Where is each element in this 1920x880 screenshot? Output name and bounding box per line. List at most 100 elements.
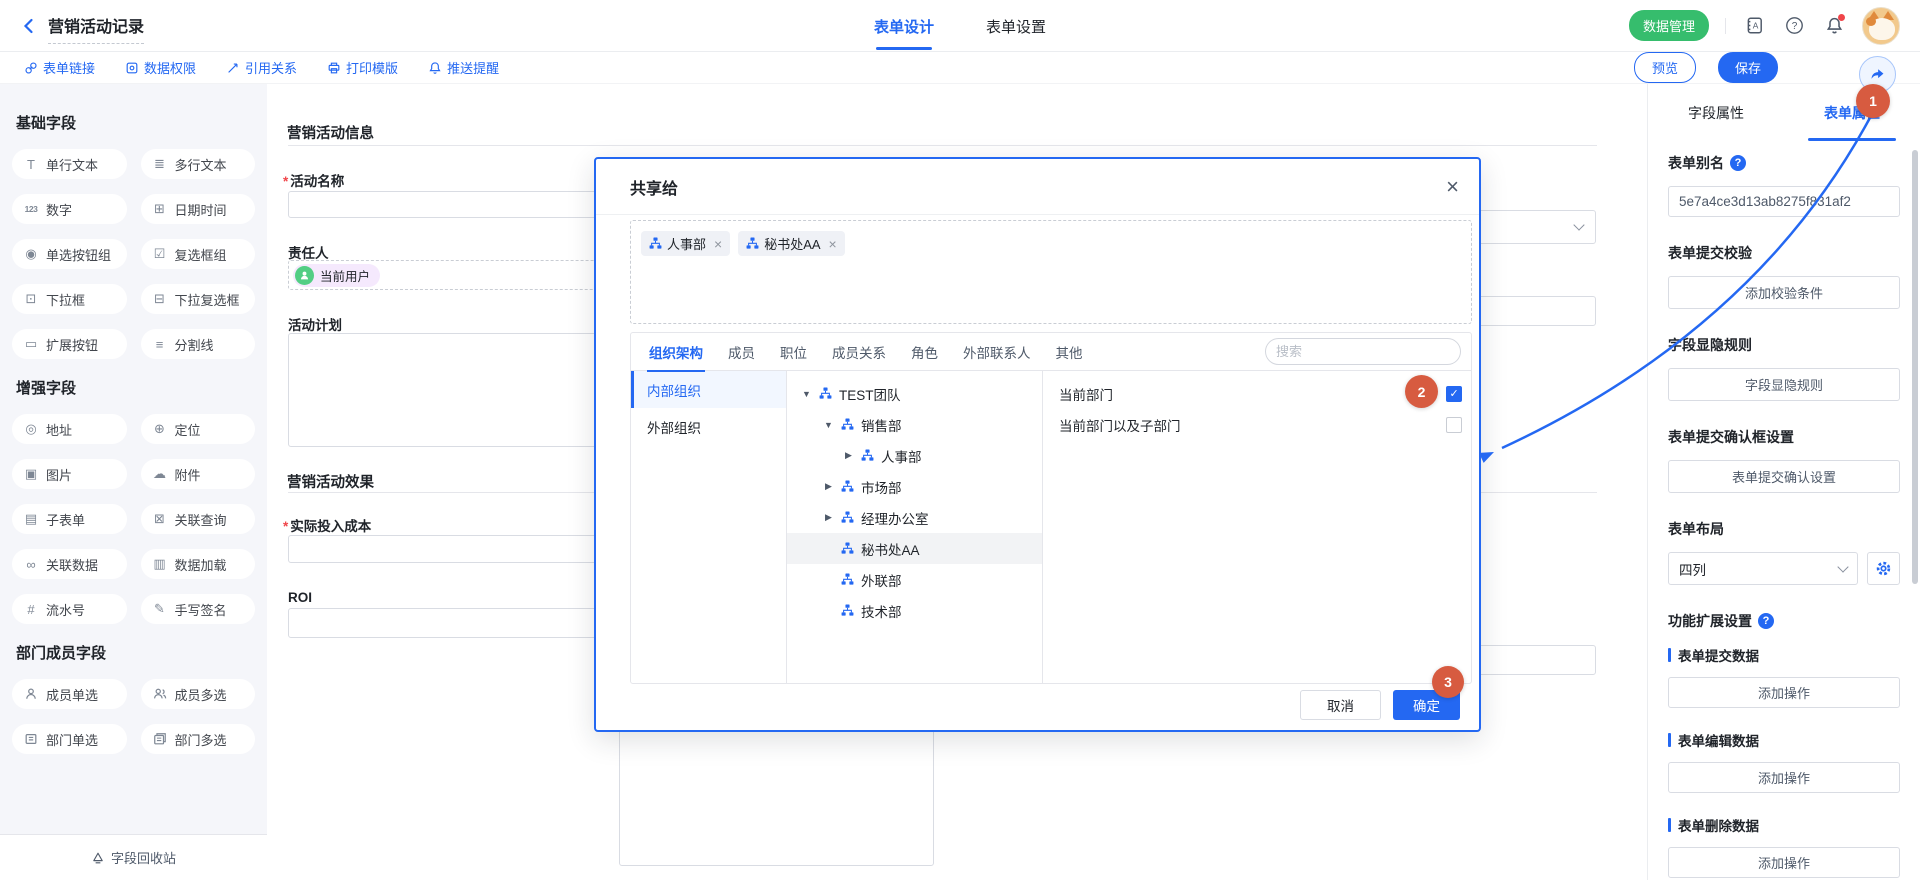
preview-button[interactable]: 预览 xyxy=(1634,52,1696,83)
field-signature[interactable]: ✎手写签名 xyxy=(141,594,256,624)
checkbox-current-dept[interactable] xyxy=(1446,386,1462,402)
add-action-button-delete[interactable]: 添加操作 xyxy=(1668,847,1900,878)
field-single-line-text[interactable]: T单行文本 xyxy=(12,149,127,179)
field-member-multi[interactable]: 成员多选 xyxy=(141,679,256,709)
cost-input[interactable] xyxy=(288,535,603,563)
panel-scrollbar[interactable] xyxy=(1912,150,1918,584)
plan-textarea[interactable] xyxy=(288,333,603,447)
field-datetime[interactable]: ⊞日期时间 xyxy=(141,194,256,224)
caret-expanded-icon[interactable]: ▼ xyxy=(823,420,834,430)
field-image[interactable]: ▣图片 xyxy=(12,459,127,489)
caret-collapsed-icon[interactable]: ▶ xyxy=(823,481,834,492)
field-extend-button[interactable]: ▭扩展按钮 xyxy=(12,329,127,359)
close-icon[interactable]: × xyxy=(1446,176,1459,198)
tab-member-relations[interactable]: 成员关系 xyxy=(832,333,886,371)
recipient-chip[interactable]: 人事部× xyxy=(641,231,730,256)
org-icon xyxy=(841,511,854,524)
layout-select[interactable]: 四列 xyxy=(1668,552,1858,585)
field-dept-multi[interactable]: 部门多选 xyxy=(141,724,256,754)
tab-others[interactable]: 其他 xyxy=(1056,333,1083,371)
layout-settings-button[interactable] xyxy=(1867,552,1900,585)
field-member-single[interactable]: 成员单选 xyxy=(12,679,127,709)
tree-node-marketing[interactable]: ▶市场部 xyxy=(787,471,1042,502)
field-dropdown-multi[interactable]: ⊟下拉复选框 xyxy=(141,284,256,314)
owner-value-box[interactable]: 当前用户 xyxy=(288,260,603,290)
field-multi-line-text[interactable]: ≣多行文本 xyxy=(141,149,256,179)
tab-form-design[interactable]: 表单设计 xyxy=(874,0,934,52)
tree-node-test-team[interactable]: ▼TEST团队 xyxy=(787,378,1042,409)
tree-node-hr[interactable]: ▶人事部 xyxy=(787,440,1042,471)
tree-node-manager-office[interactable]: ▶经理办公室 xyxy=(787,502,1042,533)
extension-settings-heading: 功能扩展设置 xyxy=(1668,611,1752,631)
add-action-button-edit[interactable]: 添加操作 xyxy=(1668,762,1900,793)
field-recycle-bin[interactable]: 字段回收站 xyxy=(0,834,267,880)
tab-members[interactable]: 成员 xyxy=(728,333,755,371)
field-relation-query[interactable]: ⊠关联查询 xyxy=(141,504,256,534)
help-icon[interactable]: ? xyxy=(1782,14,1806,38)
add-check-condition-button[interactable]: 添加校验条件 xyxy=(1668,276,1900,309)
print-template-action[interactable]: 打印模版 xyxy=(327,58,398,77)
confirm-box-button[interactable]: 表单提交确认设置 xyxy=(1668,460,1900,493)
tree-node-external-relations[interactable]: 外联部 xyxy=(787,564,1042,595)
internal-org-item[interactable]: 内部组织 xyxy=(631,371,786,408)
field-attachment[interactable]: ☁附件 xyxy=(141,459,256,489)
caret-collapsed-icon[interactable]: ▶ xyxy=(843,450,854,461)
field-radio-group[interactable]: ◉单选按钮组 xyxy=(12,239,127,269)
help-icon[interactable]: ? xyxy=(1758,613,1774,629)
link-icon xyxy=(24,61,38,75)
field-number[interactable]: 123数字 xyxy=(12,194,127,224)
tab-roles[interactable]: 角色 xyxy=(911,333,938,371)
external-org-item[interactable]: 外部组织 xyxy=(631,408,786,445)
owner-label: 责任人 xyxy=(288,242,329,262)
search-input[interactable] xyxy=(1276,344,1452,359)
field-data-load[interactable]: ▥数据加载 xyxy=(141,549,256,579)
notification-bell-icon[interactable] xyxy=(1822,14,1846,38)
caret-collapsed-icon[interactable]: ▶ xyxy=(823,512,834,523)
recipient-chip[interactable]: 秘书处AA× xyxy=(738,231,845,256)
caret-expanded-icon[interactable]: ▼ xyxy=(801,389,812,399)
save-button[interactable]: 保存 xyxy=(1718,52,1778,83)
selected-recipients-box[interactable]: 人事部× 秘书处AA× xyxy=(630,220,1472,324)
data-permission-action[interactable]: 数据权限 xyxy=(125,58,196,77)
current-user-chip[interactable]: 当前用户 xyxy=(293,264,380,287)
form-alias-input[interactable] xyxy=(1668,186,1900,217)
picker-search[interactable] xyxy=(1265,338,1461,365)
field-dropdown[interactable]: ⊡下拉框 xyxy=(12,284,127,314)
submit-data-group: 表单提交数据 添加操作 xyxy=(1668,645,1900,708)
tree-node-secretary[interactable]: 秘书处AA xyxy=(787,533,1042,564)
option-current-dept-and-sub[interactable]: 当前部门以及子部门 xyxy=(1043,409,1471,440)
field-dept-single[interactable]: 部门单选 xyxy=(12,724,127,754)
field-serial-number[interactable]: #流水号 xyxy=(12,594,127,624)
field-location[interactable]: ⊕定位 xyxy=(141,414,256,444)
help-icon[interactable]: ? xyxy=(1730,155,1746,171)
remove-chip-icon[interactable]: × xyxy=(714,236,722,252)
cancel-button[interactable]: 取消 xyxy=(1300,690,1381,720)
field-relation-data[interactable]: ∞关联数据 xyxy=(12,549,127,579)
field-checkbox-group[interactable]: ☑复选框组 xyxy=(141,239,256,269)
contacts-icon[interactable]: A xyxy=(1742,14,1766,38)
department-icon xyxy=(22,732,40,746)
tree-node-sales[interactable]: ▼销售部 xyxy=(787,409,1042,440)
tree-node-tech[interactable]: 技术部 xyxy=(787,595,1042,626)
field-subform[interactable]: ▤子表单 xyxy=(12,504,127,534)
activity-name-input[interactable] xyxy=(288,191,603,218)
tab-form-properties[interactable]: 表单属性 xyxy=(1784,84,1920,141)
roi-input[interactable] xyxy=(288,608,603,638)
field-address[interactable]: ◎地址 xyxy=(12,414,127,444)
tab-form-settings[interactable]: 表单设置 xyxy=(986,0,1046,52)
tab-org-structure[interactable]: 组织架构 xyxy=(649,333,703,371)
remove-chip-icon[interactable]: × xyxy=(829,236,837,252)
form-link-action[interactable]: 表单链接 xyxy=(24,58,95,77)
tab-field-properties[interactable]: 字段属性 xyxy=(1648,84,1784,141)
back-button[interactable] xyxy=(20,17,38,35)
checkbox-current-dept-and-sub[interactable] xyxy=(1446,417,1462,433)
visibility-rule-button[interactable]: 字段显隐规则 xyxy=(1668,368,1900,401)
tab-external-contacts[interactable]: 外部联系人 xyxy=(963,333,1031,371)
data-manage-button[interactable]: 数据管理 xyxy=(1629,10,1709,41)
reference-relation-action[interactable]: 引用关系 xyxy=(226,58,297,77)
user-avatar[interactable] xyxy=(1862,7,1900,45)
push-reminder-action[interactable]: 推送提醒 xyxy=(428,58,499,77)
tab-positions[interactable]: 职位 xyxy=(780,333,807,371)
field-divider[interactable]: ≡分割线 xyxy=(141,329,256,359)
add-action-button-submit[interactable]: 添加操作 xyxy=(1668,677,1900,708)
